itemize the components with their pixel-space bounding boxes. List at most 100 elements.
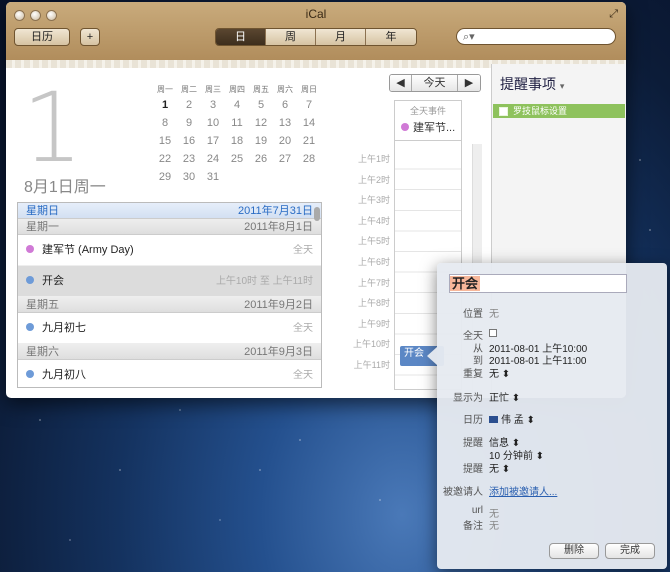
- next-day-button[interactable]: ▶: [458, 75, 480, 91]
- hour-label: 上午1时: [357, 154, 390, 164]
- alert2-row: 提醒 无 ⬍: [437, 460, 510, 475]
- reminder-item[interactable]: 罗技鼠标设置: [493, 104, 625, 118]
- alert2-label: 提醒: [463, 464, 483, 475]
- mini-calendar-day[interactable]: 25: [225, 150, 249, 168]
- alert2-select[interactable]: 无 ⬍: [489, 460, 510, 475]
- calendar-row: 日历 伟 孟 ⬍: [437, 411, 535, 426]
- mini-calendar-day[interactable]: 29: [153, 168, 177, 186]
- mini-calendar-week: 1234567: [153, 96, 321, 114]
- hour-labels: 上午1时 上午2时 上午3时 上午4时 上午5时 上午6时 上午7时 上午8时 上午9时 上午10…: [353, 152, 390, 379]
- hour-label: 上午9时: [357, 318, 390, 329]
- mini-calendar-week: 8 9 10 11 12 13 14: [153, 114, 321, 132]
- search-input[interactable]: ⌕▾: [456, 28, 616, 45]
- weekday-label: 周四: [229, 85, 245, 94]
- agenda-day-header: 星期一 2011年8月1日: [18, 219, 321, 235]
- mini-calendar-day[interactable]: 31: [201, 168, 225, 186]
- weekday-label: 周二: [181, 85, 197, 94]
- view-tabs: 日周月年: [215, 28, 417, 46]
- mini-calendar-day[interactable]: 21: [297, 132, 321, 150]
- toolbar: iCal ⤢ 日历 + 日周月年 ⌕▾: [6, 2, 626, 68]
- mini-calendar-day[interactable]: 7: [297, 96, 321, 114]
- mini-calendar-day[interactable]: 22: [153, 150, 177, 168]
- notes-label: 备注: [463, 521, 483, 532]
- all-day-event[interactable]: 建军节...: [395, 119, 461, 135]
- mini-calendar-day[interactable]: 15: [153, 132, 177, 150]
- mini-calendar: 周一 周二 周三 周四 周五 周六 周日 1 2 3 4 5 6 7 8 9 10 11 12 13 14 15 16 17 1…: [153, 84, 321, 186]
- mini-calendar-day[interactable]: 16: [177, 132, 201, 150]
- add-event-button[interactable]: +: [80, 28, 100, 46]
- mini-calendar-day[interactable]: 28: [297, 150, 321, 168]
- today-button[interactable]: 今天: [412, 75, 458, 91]
- alert-label: 提醒: [463, 438, 483, 449]
- fullscreen-icon[interactable]: ⤢: [609, 8, 618, 21]
- prev-day-button[interactable]: ◀: [390, 75, 412, 91]
- tab-2[interactable]: 月: [316, 29, 366, 45]
- agenda-event[interactable]: 建军节 (Army Day) 全天: [18, 235, 321, 266]
- done-button[interactable]: 完成: [605, 543, 655, 559]
- agenda-day-name: 星期六: [26, 346, 59, 358]
- mini-calendar-week: 22 23 24 25 26 27 28: [153, 150, 321, 168]
- calendar-color-dot: [26, 370, 34, 379]
- weekday-label: 周三: [205, 85, 221, 94]
- calendar-label: 日历: [463, 415, 483, 426]
- hour-label: 上午3时: [357, 195, 390, 206]
- mini-calendar-day[interactable]: 26: [249, 150, 273, 168]
- delete-button[interactable]: 删除: [549, 543, 599, 559]
- agenda-day-name: 星期日: [26, 205, 59, 217]
- tab-3[interactable]: 年: [366, 29, 416, 45]
- mini-calendar-day[interactable]: 17: [201, 132, 225, 150]
- mini-calendar-day[interactable]: 6: [273, 96, 297, 114]
- mini-calendar-day[interactable]: 14: [297, 114, 321, 132]
- agenda-day-date: 2011年9月3日: [244, 346, 313, 358]
- agenda-scrollbar[interactable]: [314, 207, 320, 221]
- mini-calendar-day[interactable]: 10: [201, 114, 225, 132]
- calendar-color-dot: [26, 245, 34, 254]
- mini-calendar-day[interactable]: 3: [201, 96, 225, 114]
- mini-calendar-day[interactable]: 27: [273, 150, 297, 168]
- mini-calendar-day[interactable]: 19: [249, 132, 273, 150]
- mini-calendar-day[interactable]: 24: [201, 150, 225, 168]
- repeat-select[interactable]: 无 ⬍: [489, 365, 510, 380]
- agenda-day-header: 星期五 2011年9月2日: [18, 297, 321, 313]
- agenda-event-time: 上午10时 至 上午11时: [215, 276, 313, 287]
- show-as-label: 显示为: [453, 393, 483, 404]
- mini-calendar-day[interactable]: 13: [273, 114, 297, 132]
- agenda-day-name: 星期一: [26, 221, 59, 233]
- repeat-row: 重复 无 ⬍: [437, 365, 510, 380]
- mini-calendar-day[interactable]: 11: [225, 114, 249, 132]
- tab-1[interactable]: 周: [266, 29, 316, 45]
- agenda-day-header: 星期六 2011年9月3日: [18, 344, 321, 360]
- mini-calendar-day[interactable]: 4: [225, 96, 249, 114]
- agenda-day-date: 2011年7月31日: [237, 205, 313, 217]
- agenda-event[interactable]: 九月初七 全天: [18, 313, 321, 344]
- show-as-row: 显示为 正忙 ⬍: [437, 389, 520, 404]
- mini-calendar-day[interactable]: 1: [153, 96, 177, 114]
- big-day-number: 1: [22, 72, 84, 184]
- add-invitees-link[interactable]: 添加被邀请人...: [489, 483, 557, 498]
- search-icon: ⌕▾: [463, 31, 475, 43]
- calendars-button[interactable]: 日历: [14, 28, 70, 46]
- reminders-title[interactable]: 提醒事项 ▾: [492, 64, 626, 94]
- agenda-event[interactable]: 九月初八 全天: [18, 360, 321, 387]
- tab-0[interactable]: 日: [216, 29, 266, 45]
- agenda-event[interactable]: 开会 上午10时 至 上午11时: [18, 266, 321, 297]
- show-as-select[interactable]: 正忙 ⬍: [489, 389, 520, 404]
- mini-calendar-day[interactable]: 9: [177, 114, 201, 132]
- mini-calendar-day[interactable]: 8: [153, 114, 177, 132]
- agenda-event-title: 九月初八: [42, 369, 86, 381]
- location-value[interactable]: 无: [489, 305, 499, 320]
- mini-calendar-day[interactable]: 2: [177, 96, 201, 114]
- notes-value[interactable]: 无: [489, 517, 499, 532]
- agenda-list: 星期日 2011年7月31日星期一 2011年8月1日 建军节 (Army Day) 全…: [17, 202, 322, 388]
- mini-calendar-week: 29 30 31: [153, 168, 321, 186]
- mini-calendar-day[interactable]: 30: [177, 168, 201, 186]
- allday-checkbox[interactable]: [489, 329, 497, 337]
- calendar-select[interactable]: 伟 孟 ⬍: [489, 411, 535, 426]
- mini-calendar-day[interactable]: 12: [249, 114, 273, 132]
- mini-calendar-day[interactable]: 23: [177, 150, 201, 168]
- mini-calendar-day[interactable]: 5: [249, 96, 273, 114]
- mini-calendar-day[interactable]: 20: [273, 132, 297, 150]
- mini-calendar-day[interactable]: 18: [225, 132, 249, 150]
- event-title-field[interactable]: 开会: [449, 274, 627, 293]
- mini-calendar-weekdays: 周一 周二 周三 周四 周五 周六 周日: [153, 84, 321, 96]
